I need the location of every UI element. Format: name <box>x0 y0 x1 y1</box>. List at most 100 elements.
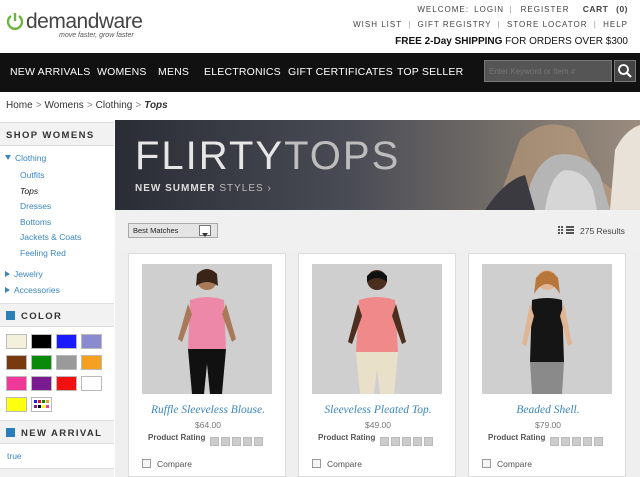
search-input[interactable] <box>484 60 612 82</box>
breadcrumb-separator: > <box>35 100 42 111</box>
banner-sub-bold: NEW SUMMER <box>135 183 216 194</box>
breadcrumb-home[interactable]: Home <box>6 100 33 111</box>
star-icon <box>232 437 241 446</box>
rating-stars <box>210 433 270 446</box>
banner-title: FLIRTYTOPS <box>135 134 400 179</box>
cart-label: CART <box>582 4 609 14</box>
sidebar-item-clothing[interactable]: Clothing <box>5 153 46 163</box>
color-swatch-pink[interactable] <box>6 376 27 391</box>
star-icon <box>583 437 592 446</box>
product-image[interactable] <box>482 264 612 394</box>
color-swatch-purple[interactable] <box>31 376 52 391</box>
sidebar-item-dresses[interactable]: Dresses <box>20 201 51 211</box>
store-locator-link[interactable]: STORE LOCATOR <box>507 20 588 29</box>
compare-label: Compare <box>157 459 192 469</box>
sort-selected-value: Best Matches <box>133 226 179 235</box>
sidebar-item-jewelry[interactable]: Jewelry <box>5 269 43 279</box>
nav-electronics[interactable]: ELECTRONICS <box>204 66 281 78</box>
breadcrumb: Home > Womens > Clothing > Tops <box>6 100 168 111</box>
new-arrival-value[interactable]: true <box>7 451 22 461</box>
sidebar-item-accessories[interactable]: Accessories <box>5 285 60 295</box>
sidebar-item-feeling-red[interactable]: Feeling Red <box>20 248 66 258</box>
banner-subtitle: NEW SUMMER STYLES › <box>135 183 272 194</box>
banner-title-thin: TOPS <box>284 134 401 178</box>
multicolor-icon <box>34 400 49 408</box>
breadcrumb-womens[interactable]: Womens <box>45 100 84 111</box>
star-icon <box>210 437 219 446</box>
help-link[interactable]: HELP <box>603 20 628 29</box>
sidebar-item-tops[interactable]: Tops <box>20 186 38 196</box>
shipping-promo: FREE 2-Day SHIPPING FOR ORDERS OVER $300 <box>395 36 628 47</box>
nav-gift-certificates[interactable]: GIFT CERTIFICATES <box>288 66 393 78</box>
gift-registry-link[interactable]: GIFT REGISTRY <box>418 20 492 29</box>
color-swatch-multi[interactable] <box>31 397 52 412</box>
sidebar-item-bottoms[interactable]: Bottoms <box>20 217 51 227</box>
login-link[interactable]: LOGIN <box>474 5 504 14</box>
account-links: WELCOME: LOGIN | REGISTER CART (0) <box>415 4 628 14</box>
category-banner[interactable]: FLIRTYTOPS NEW SUMMER STYLES › <box>115 120 640 210</box>
logo-text: demandware <box>26 10 143 33</box>
new-arrival-heading[interactable]: NEW ARRIVAL <box>0 420 114 444</box>
compare-checkbox[interactable] <box>312 459 321 468</box>
color-swatch-cream[interactable] <box>6 334 27 349</box>
star-icon <box>594 437 603 446</box>
sidebar: SHOP WOMENS Clothing Outfits Tops Dresse… <box>0 120 114 477</box>
color-swatch-orange[interactable] <box>81 355 102 370</box>
product-price: $64.00 <box>195 420 221 430</box>
color-swatch-white[interactable] <box>81 376 102 391</box>
sidebar-item-outfits[interactable]: Outfits <box>20 170 45 180</box>
chevron-right-icon <box>5 287 10 293</box>
search-icon <box>618 64 632 78</box>
product-price: $79.00 <box>535 420 561 430</box>
color-swatch-red[interactable] <box>56 376 77 391</box>
breadcrumb-clothing[interactable]: Clothing <box>96 100 133 111</box>
chevron-down-icon <box>5 155 11 160</box>
star-icon <box>402 437 411 446</box>
product-image[interactable] <box>312 264 442 394</box>
banner-sub-rest: STYLES <box>215 183 264 194</box>
separator: | <box>408 20 412 29</box>
product-rating-label: Product Rating <box>318 433 376 442</box>
product-image[interactable] <box>142 264 272 394</box>
compare-checkbox[interactable] <box>142 459 151 468</box>
product-name-link[interactable]: Beaded Shell. <box>469 404 627 416</box>
grid-view-icon[interactable] <box>558 226 574 234</box>
product-card[interactable]: Beaded Shell. $79.00 Product Rating Comp… <box>468 253 626 477</box>
product-card[interactable]: Ruffle Sleeveless Blouse. $64.00 Product… <box>128 253 286 477</box>
product-name-link[interactable]: Sleeveless Pleated Top. <box>299 404 457 416</box>
register-link[interactable]: REGISTER <box>521 5 570 14</box>
product-price: $49.00 <box>365 420 391 430</box>
nav-womens[interactable]: WOMENS <box>97 66 147 78</box>
utility-links: WISH LIST | GIFT REGISTRY | STORE LOCATO… <box>353 20 628 29</box>
color-heading[interactable]: COLOR <box>0 303 114 327</box>
site-header: demandware move faster, grow faster WELC… <box>0 0 640 53</box>
color-swatch-black[interactable] <box>31 334 52 349</box>
nav-mens[interactable]: MENS <box>158 66 189 78</box>
rating-stars <box>550 433 610 446</box>
logo-tagline: move faster, grow faster <box>59 32 134 39</box>
nav-new-arrivals[interactable]: NEW ARRIVALS <box>10 66 90 78</box>
color-swatch-yellow[interactable] <box>6 397 27 412</box>
color-swatch-green[interactable] <box>31 355 52 370</box>
sidebar-item-jackets-coats[interactable]: Jackets & Coats <box>20 232 81 242</box>
product-name-link[interactable]: Ruffle Sleeveless Blouse. <box>129 404 287 416</box>
color-swatch-brown[interactable] <box>6 355 27 370</box>
sort-dropdown-arrow[interactable] <box>199 225 211 237</box>
cart-link[interactable]: CART (0) <box>581 4 628 14</box>
color-swatch-grey[interactable] <box>56 355 77 370</box>
color-swatch-lavender[interactable] <box>81 334 102 349</box>
product-card[interactable]: Sleeveless Pleated Top. $49.00 Product R… <box>298 253 456 477</box>
compare-checkbox[interactable] <box>482 459 491 468</box>
star-icon <box>254 437 263 446</box>
color-swatch-blue[interactable] <box>56 334 77 349</box>
wish-list-link[interactable]: WISH LIST <box>353 20 402 29</box>
banner-title-bold: FLIRTY <box>135 134 285 178</box>
search-button[interactable] <box>614 60 636 82</box>
product-rating-label: Product Rating <box>488 433 546 442</box>
rating-stars <box>380 433 440 446</box>
nav-top-seller[interactable]: TOP SELLER <box>397 66 463 78</box>
color-heading-label: COLOR <box>21 311 63 322</box>
separator: | <box>497 20 501 29</box>
star-icon <box>561 437 570 446</box>
sidebar-section-divider <box>0 468 114 477</box>
